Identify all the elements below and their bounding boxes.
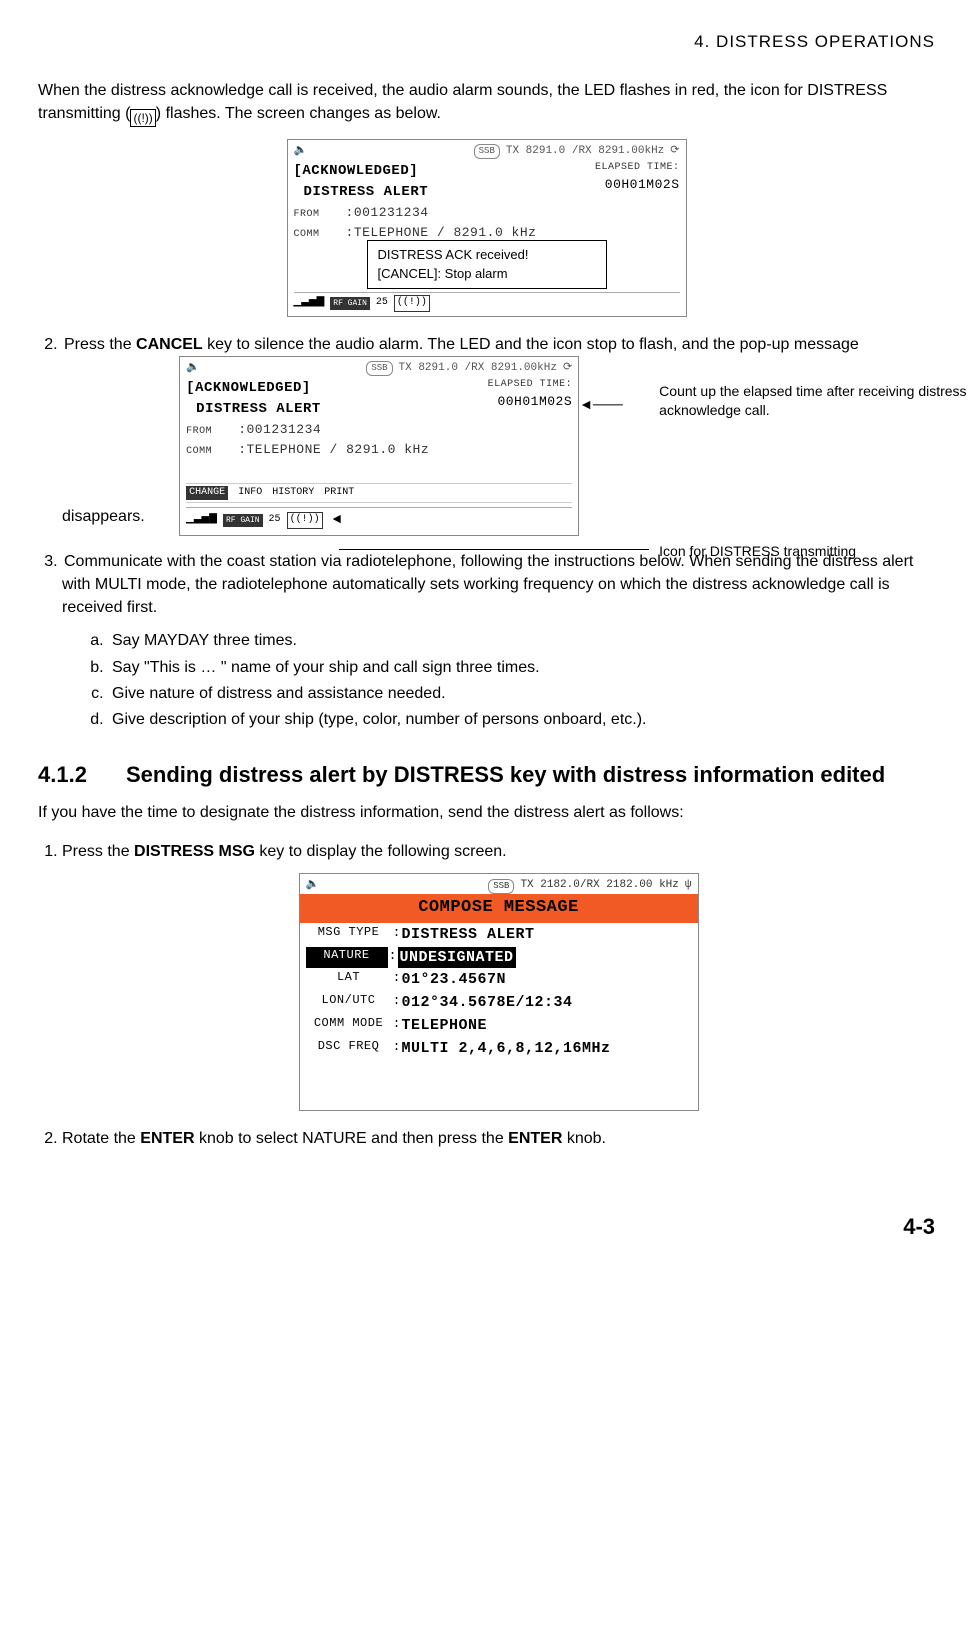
intro-paragraph: When the distress acknowledge call is re… (38, 79, 935, 127)
msg-type-label: MSG TYPE (306, 924, 392, 946)
ack-status: [ACKNOWLEDGED] (186, 378, 321, 398)
dsc-freq-value: MULTI 2,4,6,8,12,16MHz (402, 1038, 611, 1060)
comm-mode-value: TELEPHONE (402, 1015, 488, 1037)
lat-value: 01°23.4567N (402, 969, 507, 991)
antenna-icon: ψ (685, 878, 692, 894)
page-number: 4-3 (38, 1211, 935, 1243)
figure-ack-after: 🔈 SSB TX 8291.0 /RX 8291.00kHz ⟳ [ACKNOW… (179, 356, 579, 536)
comm-value: :TELEPHONE / 8291.0 kHz (346, 225, 537, 240)
step3-c: Give nature of distress and assistance n… (108, 682, 935, 705)
elapsed-label: ELAPSED TIME: (488, 378, 573, 393)
rf-gain-label: RF GAIN (330, 297, 370, 311)
enter-key-1: ENTER (140, 1130, 194, 1147)
step-2: Press the CANCEL key to silence the audi… (62, 333, 935, 536)
signal-icon: ▁▃▅▇ (186, 513, 217, 528)
from-label: FROM (186, 426, 212, 437)
distress-tx-icon: ((!)) (130, 109, 155, 127)
elapsed-label: ELAPSED TIME: (595, 161, 680, 176)
intro-text-b: ) flashes. The screen changes as below. (156, 105, 441, 122)
lon-value: 012°34.5678E/12:34 (402, 992, 573, 1014)
section-title: Sending distress alert by DISTRESS key w… (126, 759, 885, 791)
callout-elapsed: Count up the elapsed time after receivin… (659, 382, 973, 421)
cancel-key: CANCEL (136, 336, 203, 353)
figure-compose: 🔈 SSB TX 2182.0/RX 2182.00 kHz ψ COMPOSE… (62, 873, 935, 1111)
ssb-badge: SSB (474, 144, 500, 159)
step2-a: Press the (64, 336, 136, 353)
step-3: Communicate with the coast station via r… (62, 550, 935, 731)
from-value: :001231234 (346, 205, 429, 220)
tab-print: PRINT (324, 486, 354, 501)
elapsed-value: 00H01M02S (595, 176, 680, 195)
page-header: 4. DISTRESS OPERATIONS (38, 30, 935, 55)
callout-tx-icon: Icon for DISTRESS transmitting (659, 542, 973, 562)
freq-display: TX 8291.0 /RX 8291.00kHz (506, 144, 664, 160)
rf-gain-label: RF GAIN (223, 514, 263, 528)
ssb-badge: SSB (488, 879, 514, 894)
tab-history: HISTORY (272, 486, 314, 501)
speaker-icon: 🔈 (186, 361, 200, 377)
section-intro: If you have the time to designate the di… (38, 801, 935, 824)
speaker-icon: 🔈 (294, 144, 308, 160)
spinner-icon: ⟳ (670, 144, 679, 160)
nature-value: UNDESIGNATED (398, 947, 516, 969)
callout-line (339, 549, 649, 550)
ack-status: [ACKNOWLEDGED] (294, 161, 429, 181)
s412-step-2: Rotate the ENTER knob to select NATURE a… (62, 1127, 935, 1150)
spinner-icon: ⟳ (563, 361, 572, 377)
tx-icon: ((!)) (287, 512, 323, 529)
comm-mode-label: COMM MODE (306, 1015, 392, 1037)
arrow-left-icon: ◄─── (579, 394, 623, 414)
step3-d: Give description of your ship (type, col… (108, 708, 935, 731)
tab-info: INFO (238, 486, 262, 501)
rf-gain-value: 25 (376, 296, 388, 311)
tab-change: CHANGE (186, 486, 228, 501)
popup-line2: [CANCEL]: Stop alarm (378, 264, 596, 284)
comm-label: COMM (294, 229, 320, 240)
s412-step2-c: knob. (562, 1130, 606, 1147)
s412-step1-b: key to display the following screen. (255, 843, 507, 860)
section-number: 4.1.2 (38, 759, 126, 791)
compose-title: COMPOSE MESSAGE (300, 894, 698, 923)
distress-alert-title: DISTRESS ALERT (186, 399, 321, 419)
popup-message: DISTRESS ACK received! [CANCEL]: Stop al… (367, 240, 607, 289)
msg-type-value: DISTRESS ALERT (402, 924, 535, 946)
lon-label: LON/UTC (306, 992, 392, 1014)
tx-icon: ((!)) (394, 295, 430, 312)
from-value: :001231234 (238, 422, 321, 437)
enter-key-2: ENTER (508, 1130, 562, 1147)
freq-display: TX 2182.0/RX 2182.00 kHz (520, 878, 678, 894)
elapsed-value: 00H01M02S (488, 393, 573, 412)
s412-step1-a: Press the (62, 843, 134, 860)
ssb-badge: SSB (366, 361, 392, 376)
rf-gain-value: 25 (269, 513, 281, 528)
signal-icon: ▁▃▅▇ (294, 296, 325, 311)
s412-step2-a: Rotate the (62, 1130, 140, 1147)
freq-display: TX 8291.0 /RX 8291.00kHz (399, 361, 557, 377)
speaker-icon: 🔈 (306, 878, 320, 894)
step3-text: Communicate with the coast station via r… (62, 553, 913, 616)
step3-a: Say MAYDAY three times. (108, 629, 935, 652)
s412-step-1: Press the DISTRESS MSG key to display th… (62, 840, 935, 1111)
step3-b: Say "This is … " name of your ship and c… (108, 656, 935, 679)
s412-step2-b: knob to select NATURE and then press the (195, 1130, 509, 1147)
figure-ack-popup: 🔈 SSB TX 8291.0 /RX 8291.00kHz ⟳ [ACKNOW… (38, 139, 935, 317)
dsc-freq-label: DSC FREQ (306, 1038, 392, 1060)
lat-label: LAT (306, 969, 392, 991)
comm-value: :TELEPHONE / 8291.0 kHz (238, 442, 429, 457)
arrow-left-icon: ◄ (333, 510, 341, 530)
from-label: FROM (294, 209, 320, 220)
popup-line1: DISTRESS ACK received! (378, 245, 596, 265)
distress-msg-key: DISTRESS MSG (134, 843, 255, 860)
section-heading: 4.1.2 Sending distress alert by DISTRESS… (38, 759, 935, 791)
nature-label: NATURE (306, 947, 388, 969)
distress-alert-title: DISTRESS ALERT (294, 182, 429, 202)
comm-label: COMM (186, 446, 212, 457)
